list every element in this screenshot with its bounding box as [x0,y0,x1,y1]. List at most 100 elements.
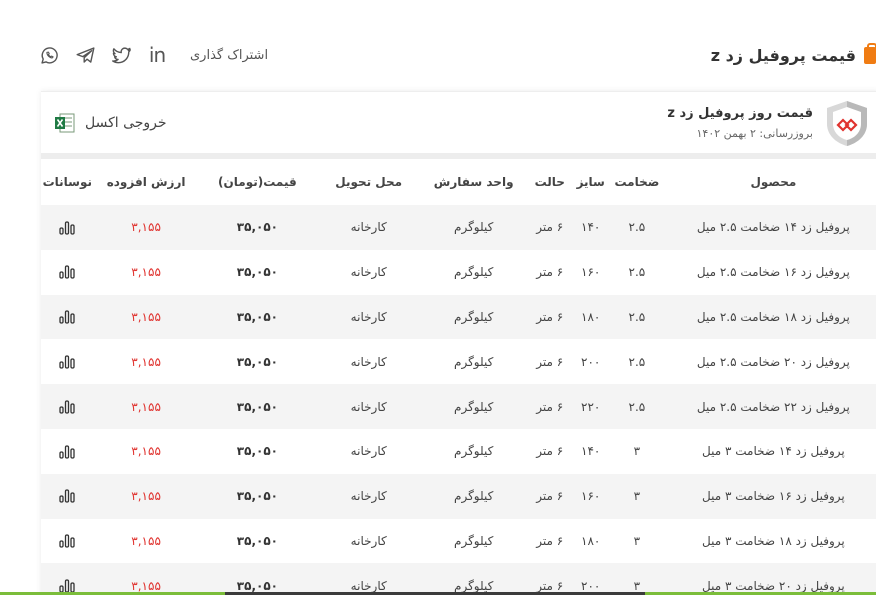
delivery-cell: کارخانه [316,518,422,564]
state-cell: ۶ متر [526,473,574,519]
delivery-cell: کارخانه [316,563,422,595]
unit-cell: کیلوگرم [421,339,527,385]
state-cell: ۶ متر [526,428,574,474]
price-chart-icon[interactable] [59,400,75,414]
size-cell: ۲۰۰ [573,563,609,595]
unit-cell: کیلوگرم [421,384,527,429]
price-chart-icon[interactable] [59,355,75,369]
col-size-header[interactable]: سایز [573,159,609,205]
col-changes-header[interactable]: نوسانات [41,159,94,205]
vat-cell: ۳,۱۵۵ [93,205,199,250]
product-cell: پروفیل زد ۱۶ ضخامت ۲.۵ میل [665,249,876,295]
delivery-cell: کارخانه [316,294,422,340]
linkedin-text: in [148,43,166,67]
table-row[interactable]: پروفیل زد ۱۸ ضخامت ۲.۵ میل ۲.۵ ۱۸۰ ۶ متر کیل… [41,294,876,340]
thickness-cell: ۲.۵ [608,384,666,429]
col-thickness-header[interactable]: ضخامت [608,159,666,205]
price-chart-icon[interactable] [59,265,75,280]
price-chart-icon[interactable] [59,579,75,593]
size-cell: ۲۲۰ [573,384,609,429]
top-bar: قیمت پروفیل زد z اشتراک گذاری in [38,38,876,72]
thickness-cell: ۳ [608,518,666,564]
changes-cell[interactable] [41,205,94,250]
thickness-cell: ۲.۵ [608,294,666,340]
changes-cell[interactable] [41,339,94,385]
col-product-header[interactable]: محصول [665,159,876,205]
vat-cell: ۳,۱۵۵ [93,339,199,385]
unit-cell: کیلوگرم [421,205,527,250]
changes-cell[interactable] [41,384,94,429]
table-row[interactable]: پروفیل زد ۱۶ ضخامت ۳ میل ۳ ۱۶۰ ۶ متر کیلوگرم… [41,473,876,519]
product-cell: پروفیل زد ۱۴ ضخامت ۳ میل [665,428,876,474]
state-cell: ۶ متر [526,249,574,295]
col-state-header[interactable]: حالت [526,159,574,205]
changes-cell[interactable] [41,518,94,564]
col-price-header[interactable]: قیمت(تومان) [198,159,317,205]
page: قیمت پروفیل زد z اشتراک گذاری in قیمت رو… [0,0,876,595]
whatsapp-icon[interactable] [38,44,60,66]
delivery-cell: کارخانه [316,473,422,519]
state-cell: ۶ متر [526,563,574,595]
vat-cell: ۳,۱۵۵ [93,294,199,340]
size-cell: ۱۶۰ [573,473,609,519]
product-cell: پروفیل زد ۱۸ ضخامت ۲.۵ میل [665,294,876,340]
col-delivery-header[interactable]: محل تحویل [316,159,422,205]
vat-cell: ۳,۱۵۵ [93,518,199,564]
state-cell: ۶ متر [526,339,574,385]
table-row[interactable]: پروفیل زد ۱۸ ضخامت ۳ میل ۳ ۱۸۰ ۶ متر کیلوگرم… [41,518,876,564]
telegram-icon[interactable] [74,44,96,66]
unit-cell: کیلوگرم [421,428,527,474]
product-cell: پروفیل زد ۱۸ ضخامت ۳ میل [665,518,876,564]
price-chart-icon[interactable] [59,220,75,235]
product-cell: پروفیل زد ۱۶ ضخامت ۳ میل [665,473,876,519]
twitter-icon[interactable] [110,44,132,66]
excel-export-label: خروجی اکسل [85,114,167,131]
size-cell: ۱۸۰ [573,294,609,340]
changes-cell[interactable] [41,473,94,519]
linkedin-icon[interactable]: in [146,44,168,66]
table-header-row: محصول ضخامت سایز حالت واحد سفارش محل تحو… [41,159,876,205]
price-chart-icon[interactable] [59,489,75,504]
col-unit-header[interactable]: واحد سفارش [421,159,527,205]
thickness-cell: ۲.۵ [608,249,666,295]
product-cell: پروفیل زد ۲۰ ضخامت ۲.۵ میل [665,339,876,385]
vat-cell: ۳,۱۵۵ [93,428,199,474]
unit-cell: کیلوگرم [421,249,527,295]
price-cell: ۳۵,۰۵۰ [198,294,317,340]
table-row[interactable]: پروفیل زد ۱۴ ضخامت ۲.۵ میل ۲.۵ ۱۴۰ ۶ متر کیل… [41,205,876,250]
excel-export-button[interactable]: خروجی اکسل [53,111,167,135]
price-chart-icon[interactable] [59,444,75,459]
thickness-cell: ۳ [608,428,666,474]
size-cell: ۲۰۰ [573,339,609,385]
state-cell: ۶ متر [526,384,574,429]
size-cell: ۱۶۰ [573,249,609,295]
vat-cell: ۳,۱۵۵ [93,473,199,519]
changes-cell[interactable] [41,428,94,474]
card-title-block: قیمت روز پروفیل زد z بروزرسانی: ۲ بهمن ۱… [667,106,813,140]
delivery-cell: کارخانه [316,428,422,474]
card-head-right: قیمت روز پروفیل زد z بروزرسانی: ۲ بهمن ۱… [667,98,871,148]
table-row[interactable]: پروفیل زد ۱۴ ضخامت ۳ میل ۳ ۱۴۰ ۶ متر کیلوگرم… [41,428,876,474]
delivery-cell: کارخانه [316,205,422,250]
table-row[interactable]: پروفیل زد ۲۲ ضخامت ۲.۵ میل ۲.۵ ۲۲۰ ۶ متر کیل… [41,384,876,429]
share-bar: اشتراک گذاری in [38,44,268,66]
changes-cell[interactable] [41,294,94,340]
price-chart-icon[interactable] [59,534,75,548]
update-date: بروزرسانی: ۲ بهمن ۱۴۰۲ [696,126,814,140]
price-chart-icon[interactable] [59,310,75,324]
changes-cell[interactable] [41,249,94,295]
col-vat-header[interactable]: ارزش افزوده [93,159,199,205]
vat-cell: ۳,۱۵۵ [93,384,199,429]
table-row[interactable]: پروفیل زد ۲۰ ضخامت ۳ میل ۳ ۲۰۰ ۶ متر کیلوگرم… [41,563,876,595]
product-cell: پروفیل زد ۲۲ ضخامت ۲.۵ میل [665,384,876,429]
changes-cell[interactable] [41,563,94,595]
table-row[interactable]: پروفیل زد ۲۰ ضخامت ۲.۵ میل ۲.۵ ۲۰۰ ۶ متر کیل… [41,339,876,385]
price-cell: ۳۵,۰۵۰ [198,563,317,595]
table-row[interactable]: پروفیل زد ۱۶ ضخامت ۲.۵ میل ۲.۵ ۱۶۰ ۶ متر کیل… [41,249,876,295]
table-body: پروفیل زد ۱۴ ضخامت ۲.۵ میل ۲.۵ ۱۴۰ ۶ متر کیل… [41,205,876,595]
card-header: قیمت روز پروفیل زد z بروزرسانی: ۲ بهمن ۱… [41,92,876,159]
thickness-cell: ۲.۵ [608,339,666,385]
price-cell: ۳۵,۰۵۰ [198,428,317,474]
product-cell: پروفیل زد ۲۰ ضخامت ۳ میل [665,563,876,595]
price-table: محصول ضخامت سایز حالت واحد سفارش محل تحو… [41,159,876,595]
